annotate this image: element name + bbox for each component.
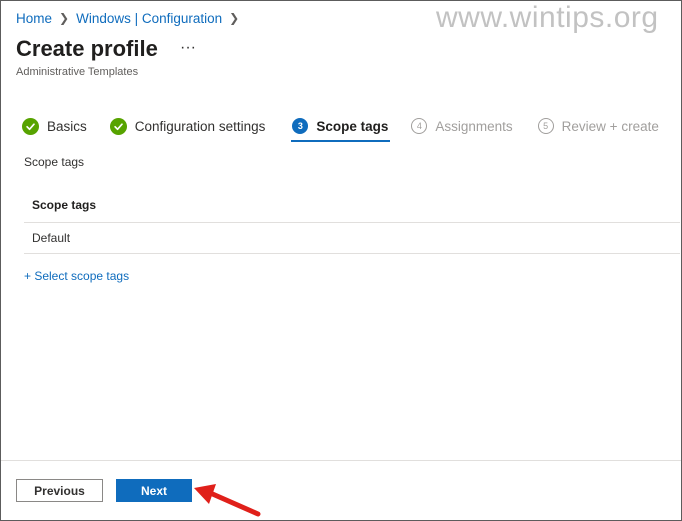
active-tab-indicator [291, 140, 391, 142]
step-number-icon: 3 [292, 118, 309, 134]
page-title: Create profile [16, 36, 158, 61]
step-label: Assignments [435, 118, 513, 134]
step-number-icon: 4 [411, 118, 428, 134]
chevron-right-icon: ❯ [59, 11, 70, 25]
wizard-steps: Basics Configuration settings 3 Scope ta… [22, 114, 659, 142]
column-header: Scope tags [32, 198, 97, 212]
tab-configuration-settings[interactable]: Configuration settings [109, 114, 266, 138]
tab-basics[interactable]: Basics [22, 114, 87, 138]
select-scope-tags-link[interactable]: + Select scope tags [24, 269, 129, 283]
window-frame [0, 0, 682, 521]
footer-bar [1, 460, 681, 521]
next-button[interactable]: Next [116, 479, 192, 502]
more-options-button[interactable]: ··· [180, 39, 196, 57]
previous-button[interactable]: Previous [16, 479, 103, 502]
section-label: Scope tags [24, 155, 85, 169]
breadcrumb: Home ❯ Windows | Configuration ❯ [16, 9, 246, 27]
step-label: Review + create [561, 118, 659, 134]
table-row: Default [24, 223, 680, 254]
table-header: Scope tags [24, 190, 680, 223]
step-label: Basics [47, 118, 87, 134]
red-arrow-annotation-icon [194, 484, 261, 517]
step-label: Scope tags [316, 118, 389, 134]
chevron-right-icon: ❯ [229, 11, 240, 25]
step-number-icon: 5 [537, 118, 554, 134]
breadcrumb-windows-configuration-link[interactable]: Windows | Configuration [76, 11, 222, 26]
breadcrumb-home-link[interactable]: Home [16, 11, 52, 26]
step-label: Configuration settings [134, 118, 266, 134]
watermark: www.wintips.org [436, 1, 659, 34]
tab-scope-tags[interactable]: 3 Scope tags [291, 114, 391, 142]
tab-review-create[interactable]: 5 Review + create [537, 114, 659, 138]
page-subtitle: Administrative Templates [16, 66, 139, 78]
check-circle-icon [22, 117, 39, 135]
check-circle-icon [109, 117, 127, 135]
tab-assignments[interactable]: 4 Assignments [411, 114, 513, 138]
table-cell: Default [32, 231, 71, 245]
